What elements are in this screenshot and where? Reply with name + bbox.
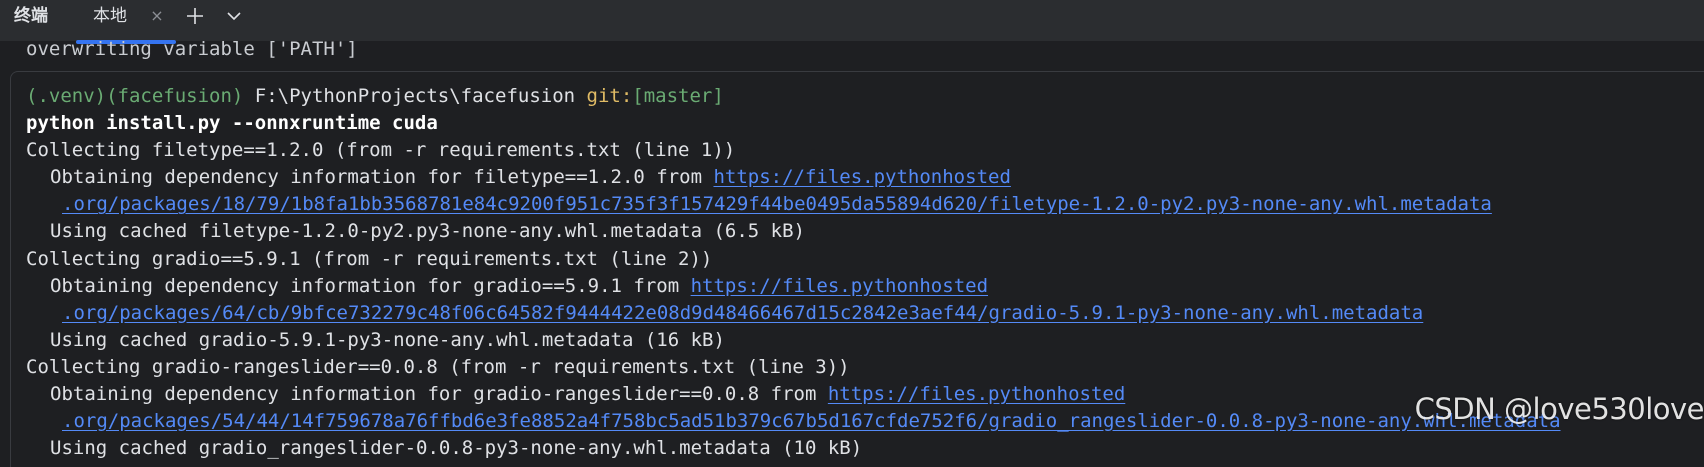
output-line: Obtaining dependency information for fil… <box>26 164 1561 191</box>
prompt-branch: [master] <box>632 85 724 107</box>
output-line: Using cached gradio-5.9.1-py3-none-any.w… <box>50 328 725 351</box>
url-link[interactable]: https://files.pythonhosted <box>828 383 1125 405</box>
url-link[interactable]: .org/packages/64/cb/9bfce732279c48f06c64… <box>62 302 1423 324</box>
previous-output-line: overwriting variable ['PATH'] <box>26 38 358 60</box>
new-tab-button[interactable] <box>181 2 209 30</box>
prompt-git-label: git: <box>586 85 633 107</box>
url-link[interactable]: https://files.pythonhosted <box>713 166 1010 188</box>
output-line: Collecting filetype==1.2.0 (from -r requ… <box>26 139 736 162</box>
output-line: Obtaining dependency information for gra… <box>26 381 1561 408</box>
close-icon[interactable]: × <box>147 3 167 29</box>
tab-dropdown-button[interactable] <box>220 2 248 30</box>
prompt-env: (.venv)(facefusion) <box>26 85 244 107</box>
output-line: Using cached gradio_rangeslider-0.0.8-py… <box>50 437 863 460</box>
output-line: Collecting gradio==5.9.1 (from -r requir… <box>26 247 713 270</box>
output-line: .org/packages/64/cb/9bfce732279c48f06c64… <box>26 300 1561 327</box>
output-text: Obtaining dependency information for fil… <box>50 166 714 189</box>
tab-local-label: 本地 <box>93 6 127 26</box>
plus-icon <box>187 8 203 24</box>
url-link[interactable]: https://files.pythonhosted <box>691 275 988 297</box>
prompt-line: (.venv)(facefusion) F:\PythonProjects\fa… <box>26 83 1561 110</box>
output-text: Obtaining dependency information for gra… <box>50 383 828 406</box>
command-line: python install.py --onnxruntime cuda <box>26 112 438 135</box>
watermark: CSDN @love530love <box>1414 392 1704 426</box>
url-link[interactable]: .org/packages/54/44/14f759678a76ffbd6e3f… <box>62 410 1561 432</box>
chevron-down-icon <box>227 12 241 21</box>
output-text: Obtaining dependency information for gra… <box>50 274 691 297</box>
output-line: .org/packages/18/79/1b8fa1bb3568781e84c9… <box>26 191 1561 218</box>
output-line: .org/packages/54/44/14f759678a76ffbd6e3f… <box>26 408 1561 435</box>
tool-window-title: 终端 <box>14 6 48 26</box>
output-line: Using cached filetype-1.2.0-py2.py3-none… <box>50 220 805 243</box>
url-link[interactable]: .org/packages/18/79/1b8fa1bb3568781e84c9… <box>62 193 1492 215</box>
output-line: Obtaining dependency information for gra… <box>26 273 1561 300</box>
terminal-output[interactable]: (.venv)(facefusion) F:\PythonProjects\fa… <box>26 83 1561 462</box>
prompt-path: F:\PythonProjects\facefusion <box>243 85 587 107</box>
output-line: Collecting gradio-rangeslider==0.0.8 (fr… <box>26 355 850 378</box>
